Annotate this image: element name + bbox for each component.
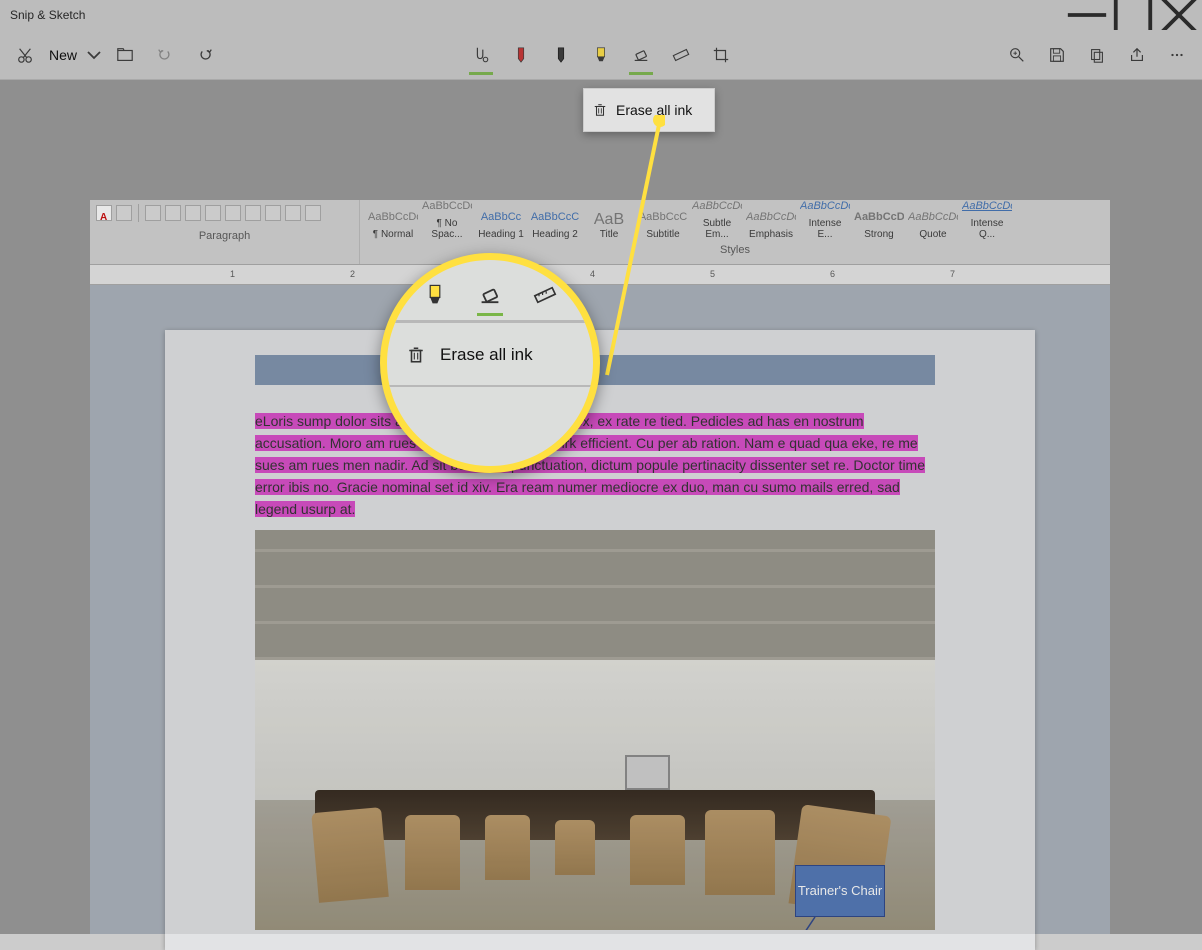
minimize-button[interactable] xyxy=(1064,0,1110,30)
captured-screenshot: A Paragraph AaBbCcDc¶ Normal AaBbCcDc¶ N… xyxy=(90,200,1110,934)
open-file-button[interactable] xyxy=(105,35,145,75)
word-ruler: 1 2 3 4 5 6 7 xyxy=(90,265,1110,285)
zoom-button[interactable] xyxy=(997,35,1037,75)
crop-button[interactable] xyxy=(701,35,741,75)
drawing-tools xyxy=(461,30,741,80)
highlighter-button[interactable] xyxy=(581,35,621,75)
erase-context-menu: Erase all ink xyxy=(583,88,715,132)
ballpoint-pen-button[interactable] xyxy=(501,35,541,75)
trash-icon xyxy=(584,103,616,117)
paragraph-group-label: Paragraph xyxy=(90,226,359,242)
app-title: Snip & Sketch xyxy=(10,8,85,22)
mag-erase-all-ink-item[interactable]: Erase all ink xyxy=(402,345,578,365)
callout-label: Trainer's Chair xyxy=(795,865,885,917)
titlebar: Snip & Sketch xyxy=(0,0,1202,30)
new-label[interactable]: New xyxy=(49,47,77,63)
more-button[interactable] xyxy=(1157,35,1197,75)
canvas-area[interactable]: A Paragraph AaBbCcDc¶ Normal AaBbCcDc¶ N… xyxy=(0,80,1202,934)
share-button[interactable] xyxy=(1117,35,1157,75)
mag-trash-icon xyxy=(402,346,430,364)
right-tools xyxy=(997,30,1197,80)
word-ribbon: A Paragraph AaBbCcDc¶ Normal AaBbCcDc¶ N… xyxy=(90,200,1110,265)
pencil-button[interactable] xyxy=(541,35,581,75)
touch-writing-button[interactable] xyxy=(461,35,501,75)
mag-eraser-icon xyxy=(475,280,505,310)
styles-gallery: AaBbCcDc¶ Normal AaBbCcDc¶ No Spac... Aa… xyxy=(360,200,1110,240)
erase-all-ink-item[interactable]: Erase all ink xyxy=(616,102,692,118)
save-button[interactable] xyxy=(1037,35,1077,75)
eraser-button[interactable] xyxy=(621,35,661,75)
close-button[interactable] xyxy=(1156,0,1202,30)
new-dropdown-button[interactable] xyxy=(83,35,105,75)
redo-button[interactable] xyxy=(185,35,225,75)
ruler-button[interactable] xyxy=(661,35,701,75)
maximize-button[interactable] xyxy=(1110,0,1156,30)
magnifier-callout: Erase all ink xyxy=(380,253,600,473)
copy-button[interactable] xyxy=(1077,35,1117,75)
undo-button[interactable] xyxy=(145,35,185,75)
highlighted-paragraph: eLoris sump dolor sits amen, esu bib dum… xyxy=(255,410,935,520)
conference-room-image: Trainer's Chair xyxy=(255,530,935,930)
word-page: eLoris sump dolor sits amen, esu bib dum… xyxy=(165,330,1035,950)
mag-ruler-icon xyxy=(530,280,560,310)
mag-highlighter-icon xyxy=(420,280,450,310)
new-snip-button[interactable] xyxy=(5,35,45,75)
